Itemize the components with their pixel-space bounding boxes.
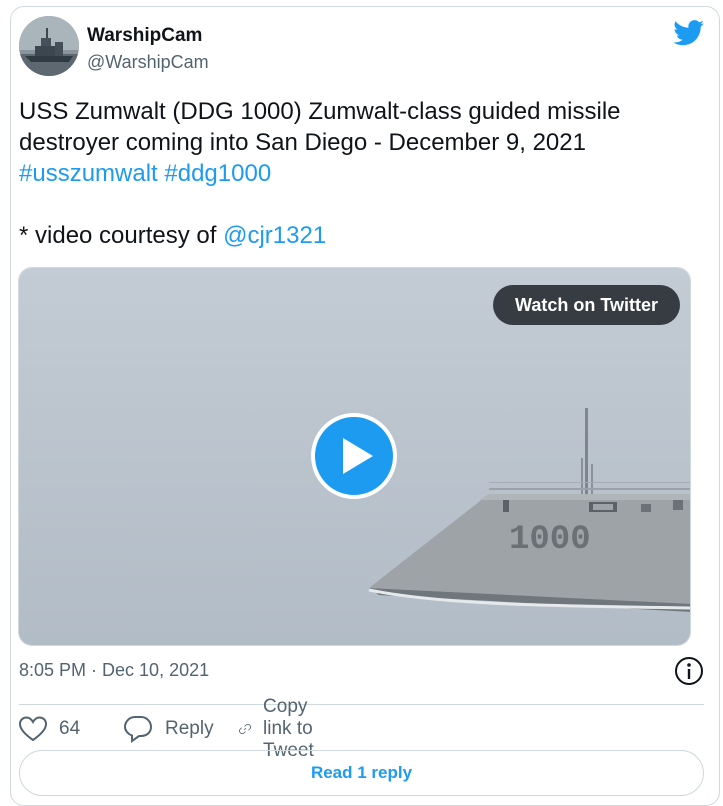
courtesy-line: * video courtesy of @cjr1321: [19, 220, 689, 251]
hull-number: 1000: [509, 521, 591, 559]
avatar-image: [19, 16, 79, 76]
user-handle[interactable]: @WarshipCam: [87, 52, 209, 73]
twitter-bird-icon[interactable]: [673, 20, 705, 46]
tweet-text: USS Zumwalt (DDG 1000) Zumwalt-class gui…: [19, 96, 689, 251]
hashtags[interactable]: #usszumwalt #ddg1000: [19, 158, 689, 189]
play-button[interactable]: [311, 413, 397, 499]
courtesy-prefix: * video courtesy of: [19, 222, 224, 249]
heart-icon: [19, 716, 47, 742]
mention-link[interactable]: @cjr1321: [223, 222, 326, 249]
copy-link-button[interactable]: Copy link to Tweet: [239, 696, 330, 761]
info-icon[interactable]: [673, 655, 705, 687]
like-count: 64: [59, 718, 81, 739]
tweet-timestamp[interactable]: 8:05 PM · Dec 10, 2021: [19, 660, 209, 681]
like-button[interactable]: 64: [19, 707, 80, 751]
reply-button[interactable]: Reply: [123, 707, 214, 751]
divider: [19, 704, 704, 705]
link-icon: [239, 723, 251, 735]
display-name[interactable]: WarshipCam: [87, 25, 202, 47]
tweet-body: USS Zumwalt (DDG 1000) Zumwalt-class gui…: [19, 98, 621, 156]
read-reply-button[interactable]: Read 1 reply: [19, 750, 704, 796]
play-icon: [343, 438, 373, 474]
reply-icon: [123, 716, 153, 743]
video-player[interactable]: 1000 Watch on Twitter: [18, 267, 691, 646]
avatar[interactable]: [19, 16, 79, 76]
reply-label: Reply: [165, 718, 214, 739]
watch-on-twitter-button[interactable]: Watch on Twitter: [493, 285, 680, 325]
